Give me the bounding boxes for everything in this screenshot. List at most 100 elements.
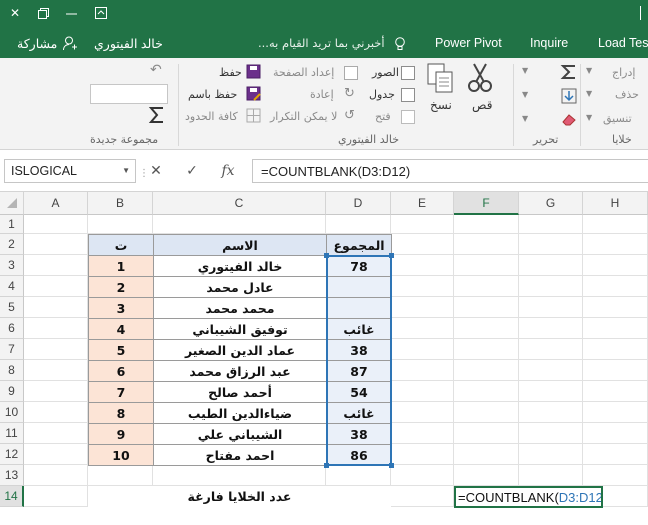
grid-cell[interactable] [519, 423, 583, 444]
grid-cell[interactable] [454, 297, 519, 318]
copy-icon[interactable] [426, 62, 456, 94]
grid-cell[interactable] [24, 444, 88, 465]
student-total[interactable]: 54 [326, 381, 392, 403]
user-name[interactable]: خالد الفيتوري [94, 36, 163, 51]
grid-cell[interactable] [391, 444, 454, 465]
grid-cell[interactable] [391, 381, 454, 402]
student-name[interactable]: ضياءالدين الطيب [153, 402, 327, 424]
grid-cell[interactable] [583, 423, 648, 444]
grid-cell[interactable] [153, 215, 326, 234]
grid-cell[interactable] [519, 360, 583, 381]
grid-cell[interactable] [24, 381, 88, 402]
row-header[interactable]: 10 [0, 402, 24, 423]
format-cells-button[interactable]: تنسيق [603, 112, 632, 125]
student-number[interactable]: 6 [88, 360, 154, 382]
grid-cell[interactable] [519, 297, 583, 318]
column-header[interactable]: G [519, 192, 583, 215]
tell-me-search[interactable]: أخبرني بما تريد القيام به... [258, 36, 385, 50]
grid-cell[interactable] [24, 486, 88, 507]
copy-button[interactable]: نسخ [430, 98, 452, 112]
page-setup-button[interactable]: إعداد الصفحة [273, 66, 334, 79]
student-total[interactable]: غائب [326, 318, 392, 340]
grid-cell[interactable] [519, 255, 583, 276]
grid-cell[interactable] [391, 402, 454, 423]
row-header[interactable]: 7 [0, 339, 24, 360]
grid-cell[interactable] [24, 234, 88, 255]
grid-cell[interactable] [391, 215, 454, 234]
fill-icon[interactable] [561, 88, 577, 104]
student-total[interactable]: 87 [326, 360, 392, 382]
grid-cell[interactable] [454, 402, 519, 423]
row-header[interactable]: 14 [0, 486, 24, 507]
delete-dropdown-icon[interactable]: ▼ [586, 89, 592, 98]
sum-sigma-icon[interactable] [148, 106, 166, 124]
tab-power-pivot[interactable]: Power Pivot [435, 36, 502, 50]
student-total[interactable] [326, 297, 392, 319]
grid-cell[interactable] [583, 402, 648, 423]
student-total[interactable]: 86 [326, 444, 392, 466]
grid-cell[interactable] [583, 234, 648, 255]
column-header[interactable]: D [326, 192, 391, 215]
cut-scissors-icon[interactable] [466, 62, 494, 94]
row-header[interactable]: 3 [0, 255, 24, 276]
grid-cell[interactable] [583, 465, 648, 486]
grid-cell[interactable] [24, 215, 88, 234]
fill-dropdown-icon[interactable]: ▼ [522, 90, 528, 99]
student-number[interactable]: 8 [88, 402, 154, 424]
student-total[interactable]: 38 [326, 423, 392, 445]
save-button[interactable]: حفظ [219, 66, 242, 79]
student-name[interactable]: خالد الفيتوري [153, 255, 327, 277]
grid-cell[interactable] [153, 465, 326, 486]
grid-cell[interactable] [24, 465, 88, 486]
student-number[interactable]: 2 [88, 276, 154, 298]
insert-dropdown-icon[interactable]: ▼ [586, 66, 592, 75]
insert-cells-button[interactable]: إدراج [612, 66, 635, 79]
grid-cell[interactable] [391, 486, 454, 507]
editing-cell-f14[interactable]: =COUNTBLANK(D3:D12) [454, 486, 603, 508]
grid-cell[interactable] [583, 318, 648, 339]
student-name[interactable]: عماد الدين الصغير [153, 339, 327, 361]
student-number[interactable]: 1 [88, 255, 154, 277]
grid-cell[interactable] [583, 339, 648, 360]
redo-button[interactable]: إعادة [310, 88, 334, 101]
tab-inquire[interactable]: Inquire [530, 36, 568, 50]
autosum-dropdown-icon[interactable]: ▼ [522, 66, 528, 75]
name-box[interactable]: ISLOGICAL ▼ [4, 159, 136, 183]
row-header[interactable]: 6 [0, 318, 24, 339]
grid-cell[interactable] [519, 215, 583, 234]
grid-cell[interactable] [583, 215, 648, 234]
cancel-entry-button[interactable]: ✕ [145, 161, 167, 181]
student-name[interactable]: الشيباني علي [153, 423, 327, 445]
row-header[interactable]: 4 [0, 276, 24, 297]
grid-cell[interactable] [24, 276, 88, 297]
confirm-entry-button[interactable]: ✓ [181, 161, 203, 181]
grid-cell[interactable] [24, 297, 88, 318]
grid-cell[interactable] [519, 444, 583, 465]
grid-cell[interactable] [454, 234, 519, 255]
student-number[interactable]: 10 [88, 444, 154, 466]
range-resize-handle[interactable] [324, 253, 329, 258]
delete-cells-button[interactable]: حذف [615, 88, 639, 101]
close-button[interactable]: ✕ [4, 4, 26, 22]
row-header[interactable]: 8 [0, 360, 24, 381]
minimize-button[interactable] [60, 4, 82, 22]
grid-cell[interactable] [519, 465, 583, 486]
grid-cell[interactable] [454, 444, 519, 465]
column-header[interactable]: A [24, 192, 88, 215]
student-name[interactable]: احمد مفتاح [153, 444, 327, 466]
student-name[interactable]: توفيق الشيباني [153, 318, 327, 340]
ribbon-display-options-button[interactable] [90, 4, 112, 22]
formula-input[interactable]: =COUNTBLANK(D3:D12) [252, 159, 648, 183]
row-header[interactable]: 2 [0, 234, 24, 255]
clear-dropdown-icon[interactable]: ▼ [522, 114, 528, 123]
grid-cell[interactable] [519, 276, 583, 297]
grid-cell[interactable] [391, 465, 454, 486]
row-header[interactable]: 9 [0, 381, 24, 402]
grid-cell[interactable] [454, 276, 519, 297]
grid-cell[interactable] [454, 465, 519, 486]
grid-cell[interactable] [326, 465, 391, 486]
grid-cell[interactable] [391, 234, 454, 255]
grid-cell[interactable] [454, 360, 519, 381]
grid-cell[interactable] [88, 465, 153, 486]
cannot-repeat-button[interactable]: لا يمكن التكرار [270, 110, 337, 123]
